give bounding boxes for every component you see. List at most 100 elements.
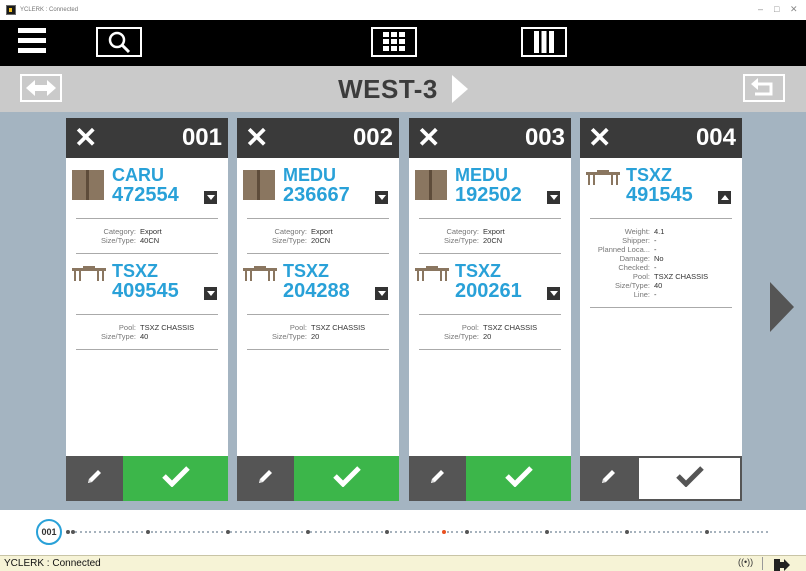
stop-dot[interactable] <box>517 531 519 533</box>
stop-dot[interactable] <box>353 531 355 533</box>
stop-dot[interactable] <box>757 531 759 533</box>
stop-dot[interactable] <box>376 531 378 533</box>
expand-details-button[interactable] <box>547 191 560 204</box>
stop-dot[interactable] <box>174 531 176 533</box>
stop-dot[interactable] <box>710 531 712 533</box>
stop-dot[interactable] <box>696 531 698 533</box>
stop-dot[interactable] <box>578 531 580 533</box>
stop-dot[interactable] <box>136 531 138 533</box>
stop-dot[interactable] <box>432 531 434 533</box>
stop-dot[interactable] <box>602 531 604 533</box>
stop-dot[interactable] <box>108 531 110 533</box>
stop-dot[interactable] <box>569 531 571 533</box>
stop-dot[interactable] <box>428 531 430 533</box>
stop-dot[interactable] <box>550 531 552 533</box>
stop-dot[interactable] <box>752 531 754 533</box>
stop-dot[interactable] <box>705 530 709 534</box>
stop-dot[interactable] <box>296 531 298 533</box>
stop-dot[interactable] <box>672 531 674 533</box>
stop-dot[interactable] <box>644 531 646 533</box>
close-card-icon[interactable]: ✕ <box>588 122 611 154</box>
search-button[interactable] <box>96 27 142 57</box>
highlighted-stop-dot[interactable] <box>442 530 446 534</box>
next-page-arrow-icon[interactable] <box>770 282 794 332</box>
stop-dot[interactable] <box>193 531 195 533</box>
stop-dot[interactable] <box>141 531 143 533</box>
stop-dot[interactable] <box>395 531 397 533</box>
stop-dot[interactable] <box>634 531 636 533</box>
stop-dot[interactable] <box>743 531 745 533</box>
chassis-unit[interactable]: TSXZ 409545 <box>66 262 228 314</box>
stop-dot[interactable] <box>263 531 265 533</box>
stop-dot[interactable] <box>728 531 730 533</box>
stop-dot[interactable] <box>738 531 740 533</box>
current-stop-indicator[interactable]: 001 <box>36 519 62 545</box>
stop-dot[interactable] <box>616 531 618 533</box>
stop-dot[interactable] <box>677 531 679 533</box>
stop-dot[interactable] <box>329 531 331 533</box>
stop-dot[interactable] <box>465 530 469 534</box>
stop-dot[interactable] <box>207 531 209 533</box>
stop-dot[interactable] <box>489 531 491 533</box>
confirm-button[interactable] <box>637 456 742 501</box>
swap-button[interactable] <box>20 74 62 102</box>
stop-dot[interactable] <box>587 531 589 533</box>
chassis-unit[interactable]: TSXZ 204288 <box>237 262 399 314</box>
stop-dot[interactable] <box>310 531 312 533</box>
stop-dot[interactable] <box>390 531 392 533</box>
confirm-button[interactable] <box>294 456 399 501</box>
stop-dot[interactable] <box>649 531 651 533</box>
stop-dot[interactable] <box>658 531 660 533</box>
stop-dot[interactable] <box>183 531 185 533</box>
minimize-button[interactable]: – <box>758 4 763 14</box>
stop-dot[interactable] <box>221 531 223 533</box>
stop-dot[interactable] <box>653 531 655 533</box>
stop-dot[interactable] <box>287 531 289 533</box>
collapse-details-button[interactable] <box>718 191 731 204</box>
stop-dot[interactable] <box>700 531 702 533</box>
stop-dot[interactable] <box>235 531 237 533</box>
stop-dot[interactable] <box>667 531 669 533</box>
expand-details-button[interactable] <box>375 287 388 300</box>
stop-dot[interactable] <box>583 531 585 533</box>
stop-dot[interactable] <box>508 531 510 533</box>
stop-dot[interactable] <box>249 531 251 533</box>
stop-dot[interactable] <box>99 531 101 533</box>
stop-dot[interactable] <box>198 531 200 533</box>
stop-dot[interactable] <box>89 531 91 533</box>
stop-dot[interactable] <box>240 531 242 533</box>
stop-dot[interactable] <box>639 531 641 533</box>
stop-dot[interactable] <box>334 531 336 533</box>
stop-dot[interactable] <box>343 531 345 533</box>
stop-dot[interactable] <box>245 531 247 533</box>
stop-dot[interactable] <box>531 531 533 533</box>
stop-dot[interactable] <box>559 531 561 533</box>
stop-dot[interactable] <box>320 531 322 533</box>
stop-dot[interactable] <box>230 531 232 533</box>
stop-dot[interactable] <box>273 531 275 533</box>
stop-dot[interactable] <box>470 531 472 533</box>
expand-details-button[interactable] <box>375 191 388 204</box>
stop-dot[interactable] <box>118 531 120 533</box>
stop-dot[interactable] <box>348 531 350 533</box>
grid-view-button[interactable] <box>371 27 417 57</box>
hamburger-menu-icon[interactable] <box>18 28 46 54</box>
stop-dot[interactable] <box>733 531 735 533</box>
stop-dot[interactable] <box>216 531 218 533</box>
stop-dot[interactable] <box>451 531 453 533</box>
stop-dot[interactable] <box>155 531 157 533</box>
close-card-icon[interactable]: ✕ <box>245 122 268 154</box>
stop-dot[interactable] <box>151 531 153 533</box>
stop-dot[interactable] <box>127 531 129 533</box>
stop-dot[interactable] <box>447 531 449 533</box>
stop-dot[interactable] <box>456 531 458 533</box>
edit-button[interactable] <box>580 456 637 501</box>
stop-dot[interactable] <box>188 531 190 533</box>
column-view-button[interactable] <box>521 27 567 57</box>
confirm-button[interactable] <box>466 456 571 501</box>
stop-dot[interactable] <box>367 531 369 533</box>
container-unit[interactable]: MEDU 236667 <box>237 166 399 218</box>
stop-dot[interactable] <box>160 531 162 533</box>
stop-dot[interactable] <box>540 531 542 533</box>
stop-dot[interactable] <box>522 531 524 533</box>
